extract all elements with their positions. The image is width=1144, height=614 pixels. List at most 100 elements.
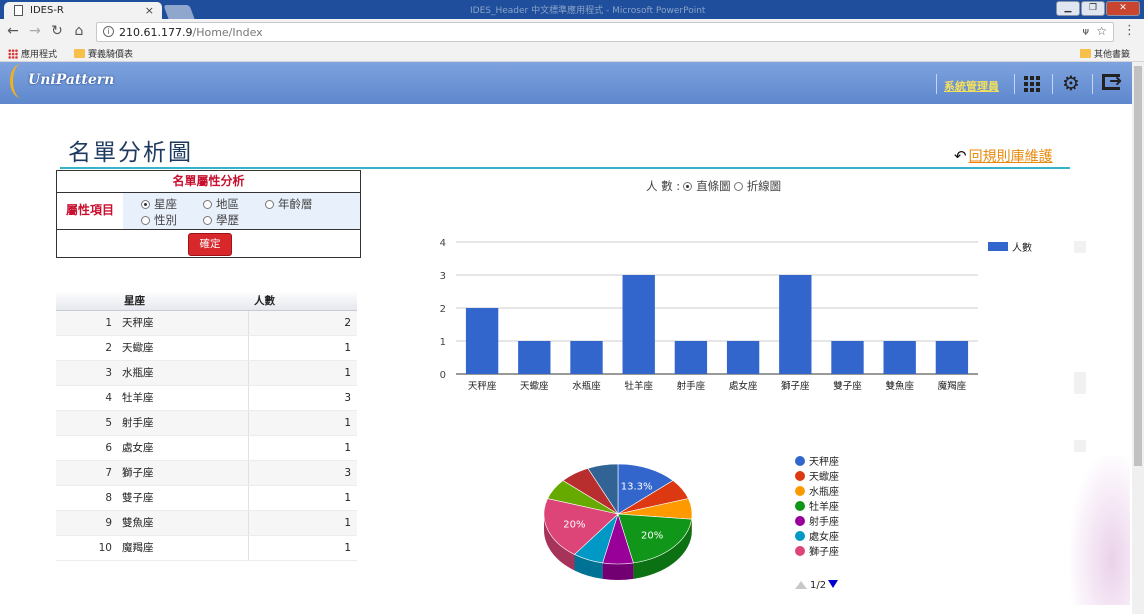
back-to-rules-link[interactable]: ↶ 回規則庫維護 — [954, 146, 1053, 166]
logout-icon[interactable] — [1102, 71, 1122, 90]
radio-label: 折線圖 — [746, 179, 782, 193]
table-row[interactable]: 10 魔羯座 1 — [56, 535, 357, 561]
back-link-label: 回規則庫維護 — [968, 149, 1053, 165]
form-heading: 名單屬性分析 — [57, 171, 360, 193]
table-row[interactable]: 1 天秤座 2 — [56, 310, 357, 336]
radio-gender[interactable]: 性別 — [141, 212, 177, 228]
bookmark-label: 應用程式 — [21, 50, 58, 60]
name-header[interactable]: 星座 — [118, 292, 248, 311]
minimize-icon[interactable]: ▁ — [1056, 1, 1080, 16]
browser-menu-icon[interactable]: ⋮ — [1123, 23, 1136, 38]
admin-link[interactable]: 系統管理員 — [944, 78, 999, 94]
header-divider — [936, 74, 937, 94]
unipattern-logo[interactable]: UniPattern — [10, 64, 114, 98]
pie-slice-label: 20% — [563, 520, 585, 531]
row-name: 雙魚座 — [118, 510, 249, 536]
apps-grid-icon[interactable] — [1024, 76, 1041, 93]
legend-swatch — [795, 501, 805, 511]
bookmark-apps[interactable]: 應用程式 — [8, 47, 57, 60]
browser-tab[interactable]: IDES-R × — [4, 2, 162, 19]
title-divider — [60, 167, 1070, 169]
radio-education[interactable]: 學歷 — [203, 212, 239, 228]
row-name: 牡羊座 — [118, 385, 249, 411]
legend-label: 人數 — [1012, 241, 1032, 254]
bar[interactable] — [674, 341, 708, 374]
radio-constellation[interactable]: 星座 — [141, 196, 177, 212]
radio-age-group[interactable]: 年齡層 — [265, 196, 313, 212]
bar[interactable] — [831, 341, 864, 374]
radio-dot[interactable] — [203, 199, 212, 209]
legend-swatch — [988, 242, 1008, 251]
radio-dot[interactable] — [683, 181, 693, 191]
reload-icon[interactable]: ↻ — [48, 23, 66, 39]
radio-dot[interactable] — [141, 199, 150, 209]
bookmark-star-icon[interactable]: ☆ — [1096, 24, 1107, 38]
legend-label: 天蠍座 — [809, 470, 839, 483]
radio-region[interactable]: 地區 — [203, 196, 239, 212]
table-row[interactable]: 2 天蠍座 1 — [56, 335, 357, 361]
header-divider — [1014, 74, 1015, 94]
forward-arrow-icon[interactable]: → — [26, 23, 44, 39]
radio-line-chart[interactable]: 折線圖 — [733, 178, 782, 194]
folder-icon — [74, 49, 85, 58]
attribute-form: 名單屬性分析 屬性項目 星座 地區 年齡層 性別 學歷 確定 — [56, 170, 361, 258]
x-tick-label: 處女座 — [729, 380, 758, 392]
radio-bar-chart[interactable]: 直條圖 — [683, 178, 731, 194]
bar[interactable] — [622, 275, 655, 374]
folder-icon — [1080, 49, 1091, 58]
radio-dot[interactable] — [203, 215, 212, 225]
bookmark-other[interactable]: 其他書籤 — [1080, 47, 1130, 60]
table-row[interactable]: 5 射手座 1 — [56, 410, 357, 436]
bookmarks-bar: 應用程式 賽義騎價表 其他書籤 — [0, 45, 1144, 62]
bar[interactable] — [570, 341, 603, 374]
row-index: 3 — [56, 360, 118, 386]
legend-next-icon[interactable] — [828, 580, 838, 588]
pie-slice-label: 13.3% — [621, 482, 653, 493]
radio-label: 直條圖 — [696, 179, 731, 193]
table-row[interactable]: 8 雙子座 1 — [56, 485, 357, 511]
bar[interactable] — [935, 341, 969, 374]
url-path: /Home/Index — [192, 26, 263, 39]
x-tick-label: 雙子座 — [833, 380, 862, 392]
bar[interactable] — [465, 308, 499, 374]
pie-slice-label: 20% — [641, 531, 663, 542]
browser-toolbar: ← → ↻ ⌂ i 210.61.177.9/Home/Index ᴪ ☆ ⋮ — [0, 19, 1144, 45]
confirm-button[interactable]: 確定 — [188, 233, 232, 256]
scrollbar-thumb[interactable] — [1134, 66, 1142, 466]
row-count: 3 — [248, 385, 357, 411]
radio-dot[interactable] — [733, 181, 743, 191]
address-bar[interactable]: i 210.61.177.9/Home/Index ᴪ ☆ — [96, 22, 1114, 42]
site-info-icon[interactable]: i — [103, 26, 114, 37]
radio-dot[interactable] — [265, 199, 274, 209]
back-arrow-icon[interactable]: ← — [4, 23, 22, 39]
radio-label: 地區 — [216, 197, 239, 211]
count-header[interactable]: 人數 — [248, 292, 357, 311]
table-row[interactable]: 3 水瓶座 1 — [56, 360, 357, 386]
gear-icon[interactable]: ⚙ — [1062, 71, 1080, 95]
window-close-icon[interactable]: ✕ — [1106, 1, 1140, 16]
bar[interactable] — [726, 341, 760, 374]
new-tab-button[interactable] — [163, 5, 195, 19]
bookmark-price-table[interactable]: 賽義騎價表 — [74, 47, 133, 60]
radio-label: 性別 — [154, 213, 177, 227]
table-row[interactable]: 6 處女座 1 — [56, 435, 357, 461]
table-row[interactable]: 9 雙魚座 1 — [56, 510, 357, 536]
bar[interactable] — [518, 341, 551, 374]
url-host: 210.61.177.9 — [119, 26, 193, 39]
faded-decoration — [1070, 455, 1130, 605]
tab-close-icon[interactable]: × — [145, 4, 154, 17]
extension-icon[interactable]: ᴪ — [1083, 25, 1090, 38]
home-icon[interactable]: ⌂ — [70, 23, 88, 39]
radio-dot[interactable] — [141, 215, 150, 225]
y-tick-label: 1 — [440, 337, 446, 348]
table-row[interactable]: 4 牡羊座 3 — [56, 385, 357, 411]
count-table: 星座 人數 1 天秤座 2 2 天蠍座 1 3 水瓶座 1 4 牡羊座 3 5 射手座 1 6 處女座 1 7 獅子座… — [56, 292, 357, 561]
legend-prev-icon[interactable] — [795, 581, 807, 589]
legend-label: 天秤座 — [809, 455, 839, 468]
table-row[interactable]: 7 獅子座 3 — [56, 460, 357, 486]
bar[interactable] — [779, 275, 812, 374]
bar[interactable] — [883, 341, 916, 374]
maximize-icon[interactable]: ❐ — [1081, 1, 1105, 16]
vertical-scrollbar[interactable] — [1132, 62, 1144, 614]
legend-label: 射手座 — [809, 515, 839, 528]
